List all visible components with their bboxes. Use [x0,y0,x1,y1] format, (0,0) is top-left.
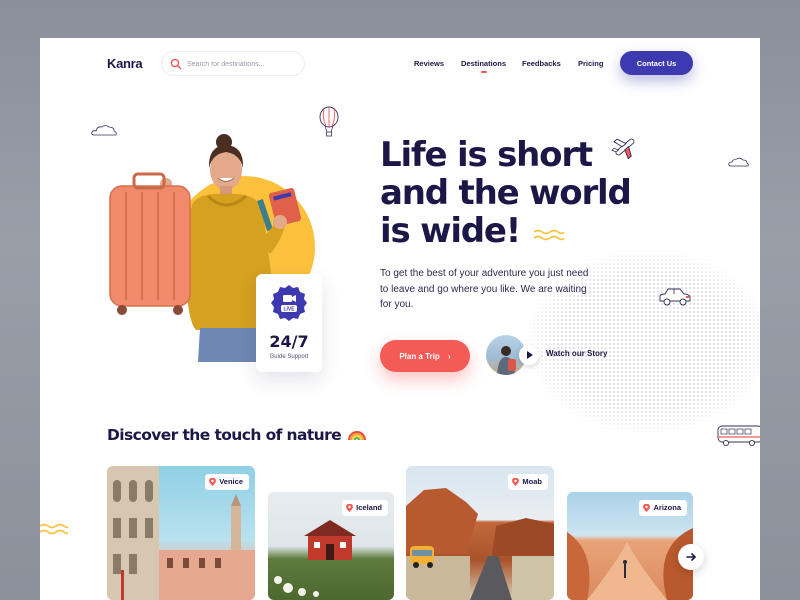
section-title-text: Discover the touch of nature [107,426,342,444]
search-input[interactable] [187,55,299,73]
watch-story-link[interactable]: Watch our Story [486,335,646,377]
landing-page: Kanra Reviews Destinations Feedbacks Pri… [40,38,760,600]
location-name: Venice [219,477,243,486]
destination-card-arizona[interactable]: Arizona [567,492,693,600]
support-card: LIVE 24/7 Guide Support [256,274,322,372]
play-icon [527,351,533,359]
destination-card-iceland[interactable]: Iceland [268,492,394,600]
hero-title: Life is short and the world is wide! [380,136,680,250]
hero-description: To get the best of your adventure you ju… [380,268,589,310]
location-name: Arizona [653,503,681,512]
car-icon [659,288,691,306]
location-tag: Moab [508,474,548,490]
hero-title-line: is wide! [380,211,521,251]
destination-card-moab[interactable]: Moab [406,466,554,600]
nav-pricing[interactable]: Pricing [578,59,603,68]
watch-story-label: Watch our Story [546,349,608,358]
nav-reviews[interactable]: Reviews [414,59,444,68]
cloud-icon [728,157,749,167]
video-camera-icon [283,295,296,302]
wave-decoration [40,523,68,535]
play-button[interactable] [519,345,539,365]
carousel-next-button[interactable] [678,544,704,570]
live-badge: LIVE [271,285,307,321]
arrow-right-icon [686,553,696,561]
live-label: LIVE [283,307,295,313]
section-title: Discover the touch of nature [107,426,366,444]
support-hours: 24/7 [269,332,309,351]
brand-logo[interactable]: Kanra [107,56,143,71]
contact-us-button[interactable]: Contact Us [620,51,693,75]
nav-feedbacks[interactable]: Feedbacks [522,59,561,68]
location-pin-icon [643,504,651,512]
location-tag: Arizona [639,500,687,516]
hero-title-line: Life is short [380,135,593,175]
destination-card-venice[interactable]: Venice [107,466,255,600]
chevron-right-icon: › [448,351,451,361]
location-pin-icon [346,504,354,512]
search-icon [170,58,182,70]
search-bar[interactable] [161,51,305,76]
hot-air-balloon-icon [319,106,339,137]
plan-trip-label: Plan a Trip [399,351,440,361]
location-pin-icon [209,478,217,486]
location-tag: Venice [205,474,249,490]
support-label: Guide Support [269,354,309,360]
nav-destinations[interactable]: Destinations [461,59,506,68]
hero-title-line: and the world [380,173,632,213]
location-tag: Iceland [342,500,388,516]
location-pin-icon [512,478,520,486]
plan-trip-button[interactable]: Plan a Trip › [380,340,470,372]
bus-icon [717,425,760,447]
location-name: Moab [522,477,542,486]
location-name: Iceland [356,503,382,512]
rainbow-icon [347,431,366,441]
